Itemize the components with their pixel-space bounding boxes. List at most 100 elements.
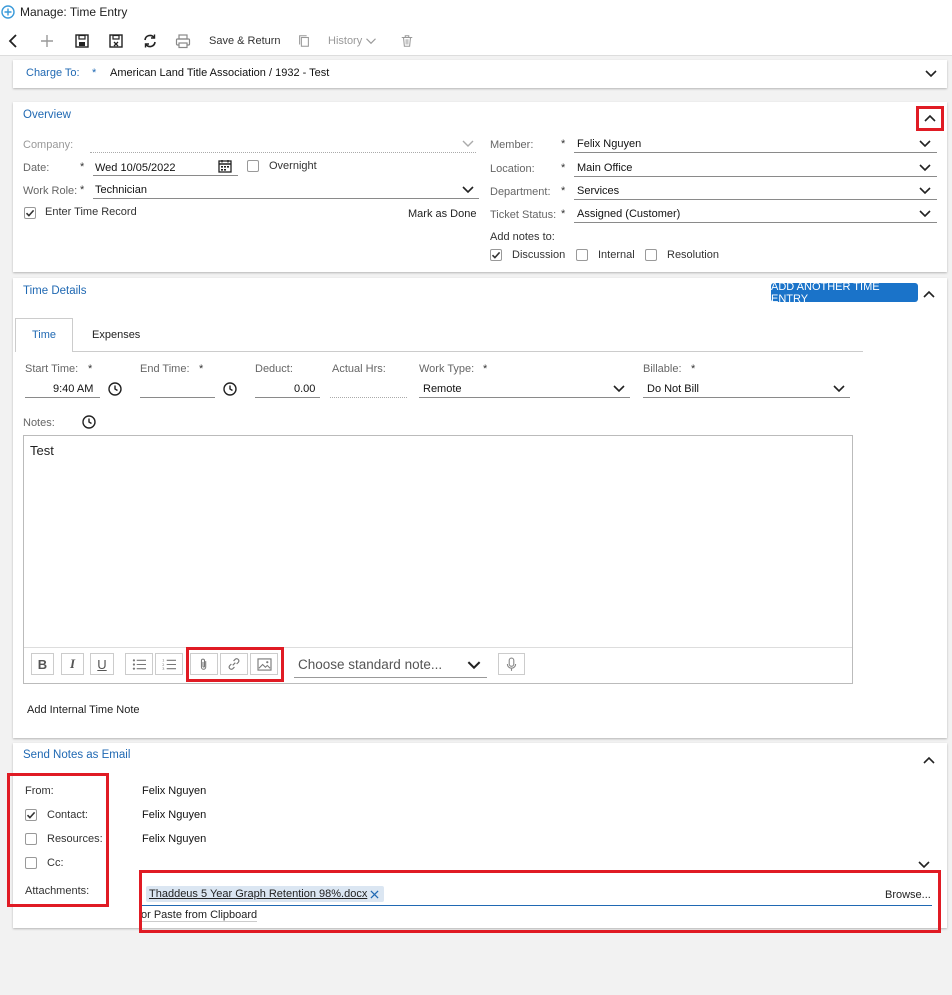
chevron-down-icon[interactable]: [919, 164, 931, 172]
deduct-label: Deduct:: [255, 363, 293, 375]
clock-icon[interactable]: [223, 382, 237, 396]
numbered-list-button[interactable]: 123: [155, 653, 183, 675]
work-role-value[interactable]: Technician: [95, 184, 147, 196]
start-time-value[interactable]: 9:40 AM: [53, 383, 93, 395]
bold-button[interactable]: B: [31, 653, 54, 675]
chevron-down-icon[interactable]: [919, 140, 931, 148]
delete-button[interactable]: [400, 31, 414, 51]
history-label: History: [328, 35, 363, 47]
start-time-underline: [25, 397, 100, 398]
plus-icon: [41, 35, 53, 47]
attachments-highlight: [139, 870, 941, 933]
standard-note-select[interactable]: Choose standard note...: [298, 657, 442, 672]
chevron-up-icon[interactable]: [923, 756, 935, 764]
tab-expenses[interactable]: Expenses: [92, 329, 140, 341]
required-marker: *: [199, 363, 204, 375]
internal-checkbox[interactable]: [576, 249, 588, 261]
clock-icon[interactable]: [82, 415, 96, 429]
checkmark-icon: [25, 209, 35, 217]
printer-icon: [175, 34, 191, 49]
department-underline: [574, 199, 937, 200]
chevron-up-icon[interactable]: [923, 290, 935, 298]
required-marker: *: [561, 138, 566, 150]
mark-as-done-link[interactable]: Mark as Done: [408, 208, 476, 220]
history-button[interactable]: History: [328, 31, 377, 51]
location-label: Location:: [490, 163, 535, 175]
back-button[interactable]: [6, 31, 22, 51]
notes-text[interactable]: Test: [30, 443, 54, 458]
editor-toolbar-divider: [24, 647, 852, 648]
charge-to-value[interactable]: American Land Title Association / 1932 -…: [110, 67, 329, 79]
chevron-down-icon[interactable]: [462, 186, 474, 194]
microphone-icon: [506, 657, 517, 671]
deduct-value[interactable]: 0.00: [294, 383, 315, 395]
charge-to-section: Charge To: * American Land Title Associa…: [13, 60, 947, 88]
italic-button[interactable]: I: [61, 653, 84, 675]
member-underline: [574, 152, 937, 153]
enter-time-record-label: Enter Time Record: [45, 206, 137, 218]
chevron-down-icon[interactable]: [925, 70, 937, 78]
time-details-title: Time Details: [23, 285, 87, 297]
location-value[interactable]: Main Office: [577, 162, 632, 174]
window-title: Manage: Time Entry: [20, 5, 128, 19]
date-label: Date:: [23, 162, 50, 174]
location-underline: [574, 176, 937, 177]
date-value[interactable]: Wed 10/05/2022: [95, 162, 176, 174]
company-field[interactable]: [90, 152, 476, 153]
clock-icon[interactable]: [108, 382, 122, 396]
tab-underline: [73, 351, 863, 352]
overnight-checkbox[interactable]: [247, 160, 259, 172]
member-value[interactable]: Felix Nguyen: [577, 138, 641, 150]
save-and-return-button[interactable]: Save & Return: [209, 31, 281, 51]
save-button[interactable]: [74, 31, 90, 51]
overview-title: Overview: [23, 109, 71, 121]
underline-button[interactable]: U: [90, 653, 114, 675]
required-marker: *: [80, 161, 85, 173]
add-internal-time-note-link[interactable]: Add Internal Time Note: [27, 704, 140, 716]
send-notes-title: Send Notes as Email: [23, 749, 131, 761]
date-underline: [93, 175, 238, 176]
bold-icon: B: [37, 656, 48, 672]
ticket-status-underline: [574, 222, 937, 223]
editor-toolbar: B I U 123 Choose standard note...: [24, 653, 852, 678]
add-another-time-entry-button[interactable]: ADD ANOTHER TIME ENTRY: [771, 281, 918, 305]
calendar-icon[interactable]: [218, 159, 232, 173]
discussion-checkbox[interactable]: [490, 249, 502, 261]
contact-value: Felix Nguyen: [142, 809, 207, 821]
actual-hrs-field: [330, 397, 407, 398]
required-marker: *: [561, 208, 566, 220]
chevron-down-icon[interactable]: [919, 210, 931, 218]
member-label: Member:: [490, 139, 534, 151]
dictation-button[interactable]: [498, 653, 525, 675]
department-value[interactable]: Services: [577, 185, 619, 197]
refresh-button[interactable]: [141, 31, 159, 51]
internal-label: Internal: [598, 249, 635, 261]
chevron-down-icon: [366, 38, 377, 45]
chevron-down-icon[interactable]: [833, 385, 845, 393]
work-type-value[interactable]: Remote: [423, 383, 462, 395]
print-button[interactable]: [175, 31, 191, 51]
charge-to-label: Charge To:: [26, 67, 80, 79]
floppy-disk-close-icon: [109, 34, 123, 48]
italic-icon: I: [69, 656, 76, 671]
window-titlebar: Manage: Time Entry: [0, 0, 952, 26]
save-and-close-button[interactable]: [108, 31, 124, 51]
new-button[interactable]: [39, 31, 55, 51]
billable-value[interactable]: Do Not Bill: [647, 383, 699, 395]
ticket-status-label: Ticket Status:: [490, 209, 557, 221]
end-time-field[interactable]: [140, 397, 215, 398]
chevron-up-icon[interactable]: [924, 114, 936, 122]
bullet-list-button[interactable]: [125, 653, 153, 675]
tab-time[interactable]: Time: [15, 318, 73, 352]
enter-time-record-checkbox[interactable]: [24, 207, 36, 219]
resolution-checkbox[interactable]: [645, 249, 657, 261]
chevron-down-icon[interactable]: [467, 661, 481, 670]
ticket-status-value[interactable]: Assigned (Customer): [577, 208, 680, 220]
chevron-down-icon[interactable]: [462, 140, 474, 148]
chevron-down-icon[interactable]: [613, 385, 625, 393]
notes-editor[interactable]: Test B I U 123 Choose standard note...: [23, 435, 853, 684]
copy-button[interactable]: [297, 31, 311, 51]
resources-value: Felix Nguyen: [142, 833, 207, 845]
chevron-down-icon[interactable]: [919, 187, 931, 195]
chevron-down-icon[interactable]: [918, 861, 930, 869]
